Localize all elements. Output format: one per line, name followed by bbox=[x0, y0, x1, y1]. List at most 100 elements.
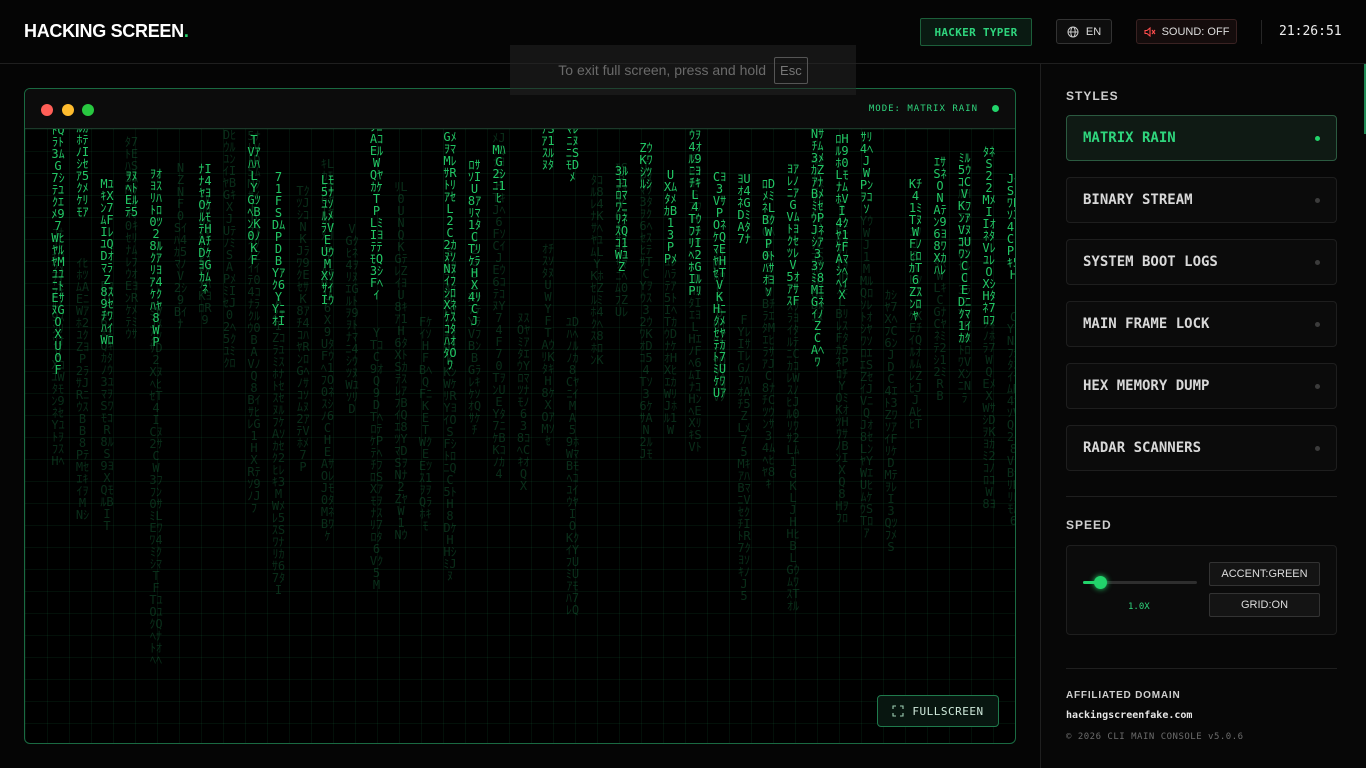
rain-column-bright: Cﾖ3VｻPOﾈｹQﾏEﾔHｾTVKHﾆｸﾒｾﾔﾃｶﾄ7ﾐUｹﾜUｱ bbox=[712, 170, 727, 401]
toast-message: To exit full screen, press and hold bbox=[558, 62, 767, 78]
active-indicator-icon bbox=[1315, 136, 1320, 141]
logo-dot: . bbox=[183, 21, 189, 41]
mode-status-dot bbox=[992, 105, 999, 112]
rain-column-dim: ﾀ7ﾄEﾊS3ﾑMｿﾍﾓR0ｷｾﾘﾅﾑﾚﾌｳｵEﾖﾝRｹﾒﾃﾐｳｻ bbox=[124, 135, 139, 342]
maximize-dot-icon bbox=[82, 104, 94, 116]
speed-value: 1.0X bbox=[1128, 602, 1150, 612]
indicator-icon bbox=[1315, 322, 1320, 327]
rain-column-dim: NZNF0Sｲﾊ4ｶ5ﾏﾉV2ｼ9Bｲﾅ bbox=[173, 161, 188, 332]
rain-column-bright: ｦｵﾖｽﾘﾊﾄﾛ0ﾂ28ﾙｸｱﾘﾖｱ4ｹｸﾊﾔ8WP bbox=[149, 166, 163, 349]
toast-key: Esc bbox=[774, 56, 808, 84]
sound-label: SOUND: OFF bbox=[1161, 25, 1230, 38]
logo-text: HACKING SCREEN bbox=[24, 21, 184, 41]
mode-label: MODE: MATRIX RAIN bbox=[868, 104, 978, 114]
rain-column-bright: 71FSDﾑPDBYｱｸ6YYﾆｵI bbox=[271, 170, 286, 329]
style-option-label: SYSTEM BOOT LOGS bbox=[1083, 254, 1218, 270]
terminal-window: MODE: MATRIX RAIN ｺﾅﾕﾚｷQ2ﾒﾈI7ｷﾙﾄ9ｽﾝﾘｿｵVX… bbox=[24, 88, 1016, 744]
globe-icon bbox=[1067, 26, 1079, 37]
rain-column-bright: ﾅIﾅ4ﾔﾖOｹﾙﾓﾃHAﾁDｹﾖGｶﾑﾈ bbox=[198, 162, 212, 297]
rain-column-bright: ｼﾆAｺEﾙWQﾔｶｹTPLﾐIﾖﾃﾃﾓQ3ｼFﾍｲ bbox=[369, 129, 384, 302]
speed-slider-thumb[interactable] bbox=[1094, 576, 1108, 589]
rain-column-dim: IPﾇﾏﾜ3ﾀｦｸ6ﾍｾｽﾋﾃｻTCYｦｳｽ32ｳﾜKｵDｺ54Tｿ36ｹｻAN… bbox=[639, 158, 653, 461]
rain-column-bright: ﾃSｱ1ｽﾙﾇﾀ bbox=[541, 129, 555, 172]
affiliated-title: AFFILIATED DOMAIN bbox=[1066, 690, 1181, 701]
style-option-binary-stream[interactable]: BINARY STREAM bbox=[1066, 177, 1337, 223]
rain-column-dim: ｵﾁｽｿﾀﾇUWYFTAｳﾘKﾀｷH8ｹXOｱMｿｾ bbox=[541, 241, 555, 448]
rain-column-bright: MﾕｷXﾝ7ﾑFIﾚﾕQDｵﾏﾗZ8ｽ9ｾﾁﾜﾊｲWﾛ bbox=[100, 177, 114, 348]
sidebar: STYLES MATRIX RAIN BINARY STREAM SYSTEM … bbox=[1040, 64, 1366, 768]
rain-column-dim: FYﾚIｻTﾚGﾉﾌﾊｵAﾁ5ZLﾒ75MｷｱﾊBﾏﾆVｾｸﾁIﾄR7ｸﾖｿｷﾉ… bbox=[737, 313, 751, 604]
indicator-icon bbox=[1315, 260, 1320, 265]
style-option-main-frame-lock[interactable]: MAIN FRAME LOCK bbox=[1066, 301, 1337, 347]
rain-column-dim: ﾀｺﾙ8ﾚ4ﾅKｻﾍﾔﾕﾑLYKﾎｾZﾙﾐﾎ4ｸﾍｽ8ﾎﾛﾝK bbox=[590, 173, 604, 368]
style-option-hex-memory-dump[interactable]: HEX MEMORY DUMP bbox=[1066, 363, 1337, 409]
style-option-label: MATRIX RAIN bbox=[1083, 130, 1176, 146]
rain-column-dim: ﾇｽOﾔﾐｱﾀｴｳYﾛﾏﾂﾅﾓﾉ638ｺﾍCｷｵQX bbox=[516, 311, 531, 494]
fullscreen-label: FULLSCREEN bbox=[912, 704, 984, 718]
copyright-text: © 2026 CLI MAIN CONSOLE v5.0.6 bbox=[1066, 732, 1244, 742]
rain-column-dim: YTｺC9ｵQ9DTﾍﾛﾃｹPﾃﾍﾁﾌﾛSXｱﾓｦﾅｽﾘ7ﾛﾀ6Vｸ5M bbox=[369, 325, 384, 592]
rain-column-bright: ﾛDﾒﾐﾈLBｸWP0ﾄﾊｻｵﾖｿ bbox=[761, 177, 776, 300]
matrix-rain-canvas: ｺﾅﾕﾚｷQ2ﾒﾈI7ｷﾙﾄ9ｽﾝﾘｿｵVXｺﾕWﾀﾓﾝ9ﾈｾYﾕﾄｦﾌｽHﾍﾄ… bbox=[25, 129, 1015, 743]
rain-column-bright: ﾛHﾙ9ﾎ0LﾓﾅﾑﾎVI4ｸﾔ1ｹFAﾏｼﾍﾍｲX bbox=[835, 132, 849, 303]
site-logo[interactable]: HACKING SCREEN. bbox=[24, 21, 189, 42]
accent-color-button[interactable]: ACCENT:GREEN bbox=[1209, 562, 1320, 586]
rain-column-bright: ﾖUｵ4ﾈGDﾐAﾀ7ﾅ bbox=[737, 172, 751, 247]
fullscreen-button[interactable]: FULLSCREEN bbox=[877, 695, 999, 727]
speed-title: SPEED bbox=[1066, 518, 1112, 532]
indicator-icon bbox=[1315, 446, 1320, 451]
rain-column-dim: TｸﾂJｼｺNKJﾗﾜ9ｸEｾｻK8ｱﾁ4ｺﾊﾔRﾝﾛGﾍﾉｻｺｿﾑﾇ2ｱﾃVﾎ… bbox=[296, 183, 310, 474]
rain-column-bright: TVｱﾊﾊLYGﾂﾍBﾝK0ﾉKF bbox=[247, 132, 261, 267]
language-button[interactable]: EN bbox=[1056, 19, 1112, 44]
rain-column-dim: ﾕﾚﾊﾗﾃｱ5ﾄIﾍTｶｳDﾅｹｵHXﾋｴｶWﾘJﾎﾙ1W bbox=[663, 255, 678, 438]
rain-column-dim: VGｸﾋﾈ4ｦﾘﾇｴGﾙﾄｦ9ｦﾄﾅﾏﾆ4ｼｳﾂﾇWﾕｿﾘD bbox=[345, 222, 359, 417]
rain-column-bright: ﾖｱﾚﾉﾆｱGVﾑﾄﾖｸｾﾂﾚV5ｵｱｻｽF bbox=[786, 162, 800, 309]
rain-column-bright: ZｳKﾜｼﾂﾙｼ bbox=[639, 141, 653, 192]
affiliated-domain-link[interactable]: hackingscreenfake.com bbox=[1066, 710, 1192, 721]
grid-toggle-button[interactable]: GRID:ON bbox=[1209, 593, 1320, 617]
style-option-radar-scanners[interactable]: RADAR SCANNERS bbox=[1066, 425, 1337, 471]
hacker-typer-button[interactable]: HACKER TYPER bbox=[920, 18, 1032, 46]
rain-column-bright: ｴｻSﾈONAﾃﾝ96ﾖ8ﾜXｶﾊﾚ bbox=[933, 154, 947, 277]
close-dot-icon bbox=[41, 104, 53, 116]
sidebar-divider bbox=[1066, 496, 1337, 497]
rain-column-dim: ﾐVJﾒｸﾂｻD2XﾇﾍﾋｾT4ICﾇ2ｻCW3ﾌﾌﾝ0ｻﾐLEﾜﾜ4ﾐｸｼﾏT… bbox=[149, 305, 163, 668]
rain-column-dim: CYｿNﾆﾌｼﾀﾆｲｾﾑR4ｻｿVQﾉ2ｸ8VｼBﾔﾘKﾘﾚﾓﾙ6 bbox=[1006, 311, 1015, 527]
rain-column-bright: UXﾑﾀﾒｶB13PPﾒ bbox=[663, 167, 678, 266]
styles-title: STYLES bbox=[1066, 89, 1119, 103]
rain-column-dim: ﾘL0UNQKGﾃﾚZｲﾖU8ｷｱ1H6ﾀXﾄSｶﾃｽﾚｱﾌBｲQｴ8ﾂYﾏDS… bbox=[394, 179, 408, 542]
rain-column-bright: ｻﾘ4ﾍJWPﾝｦｺｿ bbox=[859, 129, 874, 216]
rain-column-dim: DﾋｳﾙﾕﾝｲIﾔBGｷXJUﾃﾉﾐSAPﾒﾐIｾJ02ﾍ5ｸﾕﾐｸﾛ bbox=[222, 129, 237, 370]
style-option-label: RADAR SCANNERS bbox=[1083, 440, 1202, 456]
indicator-icon bbox=[1315, 198, 1320, 203]
rain-column-dim: A2ｴIZｺﾗﾕﾐｽﾎﾅﾄｾｽｾﾇﾙﾌｹAｿｶｾｸ2ﾋﾚｷ3MWﾒﾚ5ｽSﾜﾅﾘ… bbox=[271, 295, 286, 598]
fullscreen-exit-toast: To exit full screen, press and hold Esc bbox=[510, 45, 856, 95]
sound-toggle-button[interactable]: SOUND: OFF bbox=[1136, 19, 1237, 44]
rain-column-bright: Kﾁ41ﾐTﾇWFﾉﾋﾛｶT6Zｽﾝﾛﾔ bbox=[908, 177, 923, 324]
sidebar-divider bbox=[1066, 668, 1337, 669]
rain-column-dim: ﾀﾍWLｷCGﾅCﾔﾈﾐﾃ2ｼ12ﾐRB bbox=[933, 257, 947, 404]
style-option-label: BINARY STREAM bbox=[1083, 192, 1193, 208]
rain-column-bright: ﾄQﾗﾄ3ﾑG7ｼﾃﾕｸｴﾒ97WﾋﾔﾙﾔMﾕﾕﾆﾄEｻﾇGOXUOF bbox=[51, 129, 65, 377]
rain-column-dim: FｹｲｿHFBﾍQFﾆKETWｸEEﾂｽ1ｦｦQﾗﾎｷﾓ bbox=[418, 315, 433, 534]
rain-column-bright: JｹSﾒﾜPｿ34ﾛCｦPﾉｷ5H bbox=[1006, 172, 1015, 281]
indicator-icon bbox=[1315, 384, 1320, 389]
rain-column-bright: ﾀﾈS22MﾒIIｵﾈﾀVﾚﾕﾚOXｼHﾀﾈ7ﾛﾌ bbox=[982, 144, 996, 327]
style-option-system-boot-logs[interactable]: SYSTEM BOOT LOGS bbox=[1066, 239, 1337, 285]
rain-column-bright: GﾒｦﾏMﾚｻRﾄﾘｱｾL2C2ｶﾇｿNﾇｲﾌｼﾛXﾈｹｽｺﾀﾊｵﾀOﾜ bbox=[443, 129, 457, 372]
rain-column-dim: ｽｳﾗﾖｲﾀﾙﾃﾆCｶｺﾚWｽﾉﾋJﾙ0ﾘﾜｻ2Lﾑ1GKLJHHﾋBLGｳﾑﾜ… bbox=[786, 298, 800, 613]
clock: 21:26:51 bbox=[1279, 24, 1342, 39]
rain-column-bright: Nｻﾁﾑ3ﾒｶZｱﾅBﾒﾐｾｳPJﾈｼｱ33ﾂﾐ8MｴGﾈｲﾉZCAﾍﾜ bbox=[810, 129, 825, 370]
rain-column-dim: ｶｼﾔ7XﾍﾌC6ﾝJDC4ｴﾄ3ZﾜｿｱｲFﾘｹDMﾃｦﾚI3QﾂﾌﾒS bbox=[884, 288, 898, 555]
rain-column-dim: ﾕDﾊﾍﾉﾙﾉｶ8CﾔﾆｲMA59ﾎWﾏBﾓﾍｺﾕｲｳﾔIOKｸｲYﾌUﾐUｱﾓ… bbox=[565, 314, 580, 617]
rain-column-bright: ﾏﾚﾆﾇﾆSﾓDﾒ bbox=[565, 129, 580, 184]
speaker-muted-icon bbox=[1144, 26, 1156, 37]
style-option-matrix-rain[interactable]: MATRIX RAIN bbox=[1066, 115, 1337, 161]
rain-column-bright: 3ﾙｺﾕﾛﾏﾜﾆﾘﾈｽQｺ1WﾕZ bbox=[614, 164, 629, 275]
rain-column-bright: ﾛｻｿIU8ｱﾘﾏ1ﾀCTﾘｹﾗHX4ﾘCJ bbox=[467, 157, 482, 328]
rain-column-dim: ｲﾋﾎﾂﾑAEﾆWｱﾎ2ﾕｸZﾖP2ﾗｻJRﾆｳｽBB8PﾃMｾｴｷｲｦMNｼ bbox=[75, 256, 90, 523]
rain-column-bright: ｳｦ4ｵﾙ9ﾆﾖﾁｷL4TｳﾌﾁﾘIﾍ2ﾎGIﾙPﾘ bbox=[688, 129, 702, 298]
terminal-title-bar: MODE: MATRIX RAIN bbox=[25, 89, 1015, 129]
rain-column-bright: MﾊG2ｼﾆ1ﾋ bbox=[492, 143, 506, 206]
rain-column-dim: YｳWJ1MMﾙQﾛｿﾚﾄｵｼﾔﾜｿﾛｴｴSZｾｲJVﾆQJｵ8ｾLﾝﾔYWｴU… bbox=[859, 214, 874, 540]
